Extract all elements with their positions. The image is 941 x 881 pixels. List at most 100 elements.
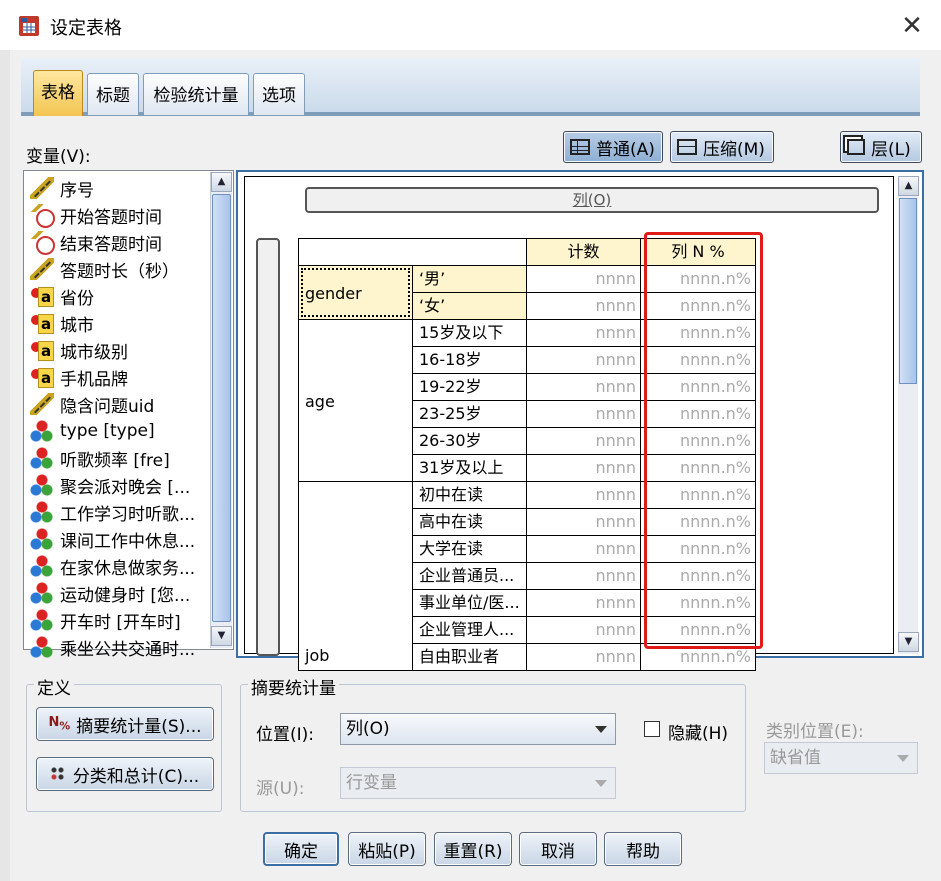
category-label: 15岁及以下 — [412, 319, 527, 347]
category-label: 事业单位/医... — [412, 589, 527, 617]
chevron-down-icon — [897, 755, 909, 762]
variable-item[interactable]: 序号 — [30, 175, 94, 201]
variables-label: 变量(V): — [26, 147, 91, 167]
position-label: 位置(I): — [256, 725, 315, 745]
category-position-label: 类别位置(E): — [766, 722, 864, 742]
category-label: 大学在读 — [412, 535, 527, 563]
col-pct-cell: nnnn.n% — [640, 616, 756, 644]
variable-item[interactable]: type [type] — [30, 418, 155, 444]
category-label: 企业管理人... — [412, 616, 527, 644]
title-bar — [0, 0, 941, 50]
canvas-scroll-down-button[interactable]: ▼ — [898, 632, 919, 652]
variable-name: 开车时 [开车时] — [60, 612, 181, 633]
tab-title[interactable]: 标题 — [87, 73, 139, 115]
variable-name: 开始答题时间 — [60, 207, 162, 228]
col-pct-cell: nnnn.n% — [640, 292, 756, 320]
col-pct-cell: nnnn.n% — [640, 508, 756, 536]
variable-item[interactable]: 课间工作中休息... — [30, 526, 195, 552]
nominal-measure-icon — [30, 636, 54, 658]
scroll-down-button[interactable]: ▼ — [211, 626, 232, 646]
help-button[interactable]: 帮助 — [604, 832, 682, 866]
summary-statistics-label: 摘要统计量(S)... — [76, 716, 202, 737]
canvas-scroll-thumb[interactable] — [899, 198, 917, 384]
variable-item[interactable]: 城市 — [30, 310, 94, 336]
column-drop-zone[interactable]: 列(O) — [305, 187, 879, 213]
compact-view-button[interactable]: 压缩(M) — [670, 131, 774, 163]
row-drop-zone[interactable] — [256, 238, 280, 656]
variable-item[interactable]: 运动健身时 [您... — [30, 580, 190, 606]
category-label: 初中在读 — [412, 481, 527, 509]
nominal-measure-icon — [30, 501, 54, 523]
layers-label: 层(L) — [871, 139, 911, 160]
compact-grid-icon — [677, 139, 697, 155]
tab-table[interactable]: 表格 — [33, 70, 83, 116]
cancel-button[interactable]: 取消 — [519, 832, 597, 866]
tab-test-statistics[interactable]: 检验统计量 — [143, 73, 249, 115]
variable-item[interactable]: 结束答题时间 — [30, 229, 162, 255]
position-select[interactable]: 列(O) — [340, 713, 616, 745]
nx-icon: N% — [48, 715, 71, 733]
nominal-measure-icon — [30, 420, 54, 442]
source-select: 行变量 — [340, 767, 616, 799]
scroll-thumb[interactable] — [212, 194, 231, 622]
source-label: 源(U): — [256, 779, 305, 799]
layers-button[interactable]: 层(L) — [840, 131, 922, 163]
variable-item[interactable]: 乘坐公共交通时... — [30, 634, 195, 660]
variable-item[interactable]: 聚会派对晚会 [... — [30, 472, 190, 498]
variable-item[interactable]: 隐含问题uid — [30, 391, 154, 417]
col-pct-cell: nnnn.n% — [640, 346, 756, 374]
variable-name: 聚会派对晚会 [... — [60, 477, 191, 498]
date-measure-icon — [30, 204, 55, 228]
category-position-value: 缺省值 — [770, 748, 821, 768]
variable-item[interactable]: 城市级别 — [30, 337, 128, 363]
canvas-scrollbar[interactable]: ▲ ▼ — [898, 176, 919, 654]
paste-button[interactable]: 粘贴(P) — [348, 832, 426, 866]
col-pct-cell: nnnn.n% — [640, 373, 756, 401]
canvas-scroll-up-button[interactable]: ▲ — [898, 176, 919, 196]
normal-view-button[interactable]: 普通(A) — [563, 131, 663, 163]
variable-item[interactable]: 开车时 [开车时] — [30, 607, 181, 633]
count-cell: nnnn — [526, 616, 641, 644]
variable-item[interactable]: 开始答题时间 — [30, 202, 162, 228]
category-label: ‘女’ — [412, 292, 527, 320]
category-label: 31岁及以上 — [412, 454, 527, 482]
string-nominal-icon — [30, 366, 54, 388]
count-cell: nnnn — [526, 265, 641, 293]
tab-options[interactable]: 选项 — [253, 73, 305, 115]
variable-item[interactable]: 省份 — [30, 283, 94, 309]
nominal-measure-icon — [30, 528, 54, 550]
hide-checkbox[interactable] — [644, 721, 660, 737]
normal-view-label: 普通(A) — [596, 139, 655, 160]
ok-button[interactable]: 确定 — [263, 832, 339, 866]
category-label: 高中在读 — [412, 508, 527, 536]
col-pct-cell: nnnn.n% — [640, 535, 756, 563]
close-icon[interactable]: ✕ — [897, 12, 927, 42]
categories-icon — [50, 767, 65, 781]
variable-name: 隐含问题uid — [60, 396, 155, 417]
col-pct-cell: nnnn.n% — [640, 400, 756, 428]
row-group-label: age — [298, 319, 413, 482]
variable-item[interactable]: 听歌频率 [fre] — [30, 445, 170, 471]
reset-button[interactable]: 重置(R) — [434, 832, 512, 866]
scroll-up-button[interactable]: ▲ — [211, 172, 232, 192]
source-value: 行变量 — [346, 773, 397, 793]
count-cell: nnnn — [526, 427, 641, 455]
variable-list[interactable]: 序号开始答题时间结束答题时间答题时长（秒） 省份城市城市级别手机品牌隐含问题uid… — [23, 170, 234, 660]
nominal-measure-icon — [30, 609, 54, 631]
variable-item[interactable]: 手机品牌 — [30, 364, 128, 390]
variable-list-scrollbar[interactable]: ▲ ▼ — [210, 172, 232, 648]
variable-item[interactable]: 答题时长（秒） — [30, 256, 179, 282]
variable-item[interactable]: 在家休息做家务... — [30, 553, 195, 579]
summary-statistics-button[interactable]: N% 摘要统计量(S)... — [36, 707, 214, 741]
categories-totals-button[interactable]: 分类和总计(C)... — [36, 757, 214, 791]
header-col-pct: 列 N % — [640, 238, 756, 266]
string-nominal-icon — [30, 312, 54, 334]
variable-name: 乘坐公共交通时... — [60, 639, 196, 660]
count-cell: nnnn — [526, 562, 641, 590]
category-label: 26-30岁 — [412, 427, 527, 455]
col-pct-cell: nnnn.n% — [640, 643, 756, 671]
variable-item[interactable]: 工作学习时听歌... — [30, 499, 195, 525]
category-label: ‘男’ — [412, 265, 527, 293]
chevron-down-icon — [595, 780, 607, 787]
scale-measure-icon — [30, 177, 54, 199]
